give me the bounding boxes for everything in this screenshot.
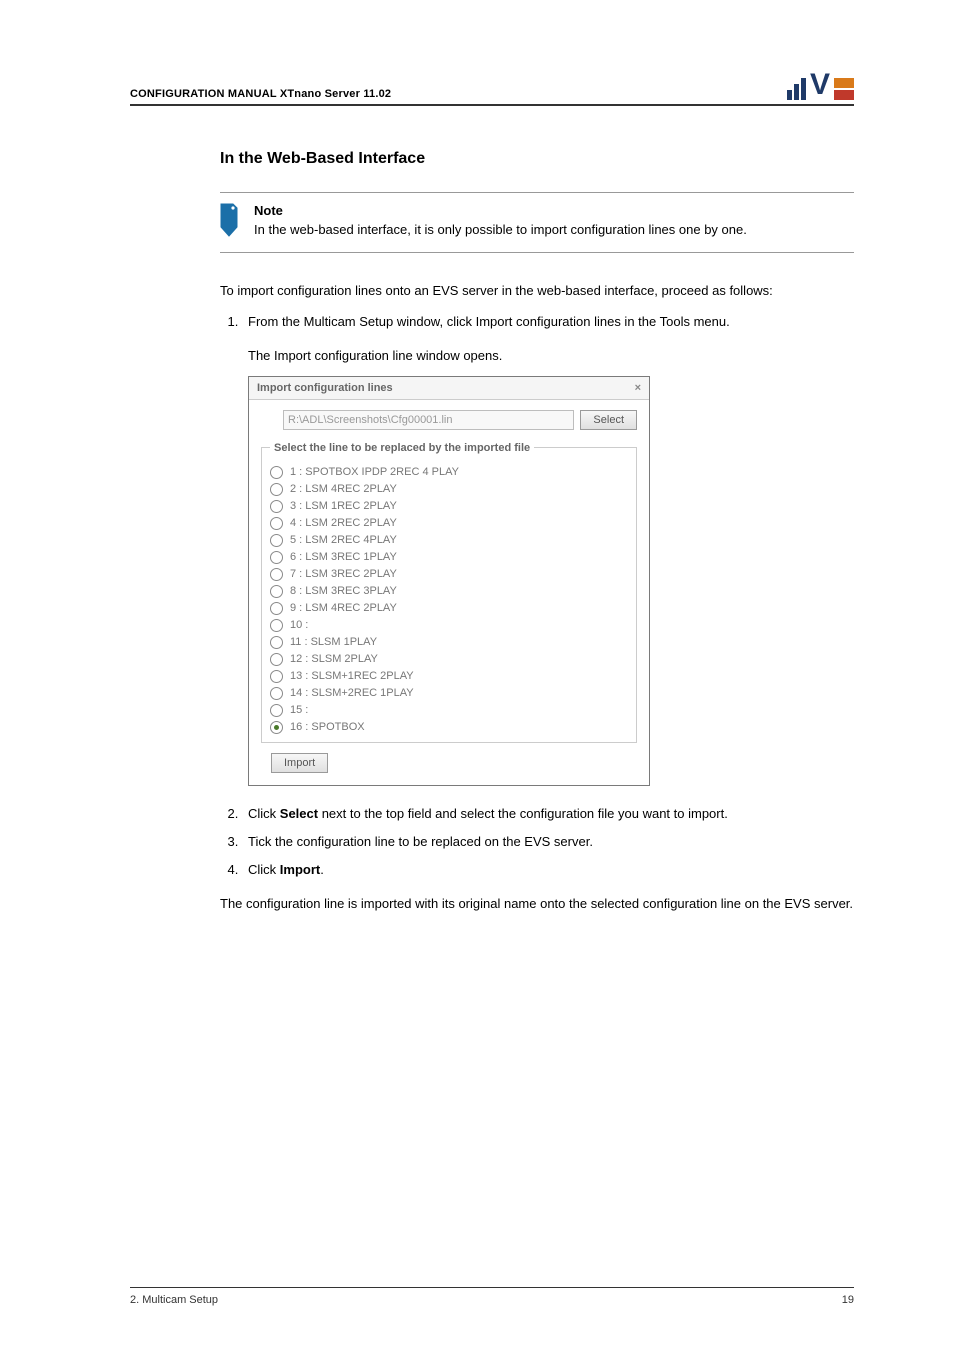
config-line-label: 3 : LSM 1REC 2PLAY xyxy=(290,500,397,512)
step-4-bold: Import xyxy=(280,862,320,877)
config-line-option[interactable]: 5 : LSM 2REC 4PLAY xyxy=(270,532,628,549)
config-line-label: 7 : LSM 3REC 2PLAY xyxy=(290,568,397,580)
radio-icon[interactable] xyxy=(270,721,283,734)
step-2-bold: Select xyxy=(280,806,318,821)
step-1-subtext: The Import configuration line window ope… xyxy=(248,346,854,366)
header-title: CONFIGURATION MANUAL XTnano Server 11.02 xyxy=(130,88,391,100)
radio-icon[interactable] xyxy=(270,636,283,649)
config-line-label: 10 : xyxy=(290,619,308,631)
radio-icon[interactable] xyxy=(270,517,283,530)
dialog-title: Import configuration lines xyxy=(257,382,393,394)
step-4-post: . xyxy=(320,862,324,877)
radio-icon[interactable] xyxy=(270,568,283,581)
config-line-label: 2 : LSM 4REC 2PLAY xyxy=(290,483,397,495)
config-line-label: 16 : SPOTBOX xyxy=(290,721,365,733)
note-body: In the web-based interface, it is only p… xyxy=(254,220,747,240)
config-line-option[interactable]: 12 : SLSM 2PLAY xyxy=(270,651,628,668)
config-line-option[interactable]: 16 : SPOTBOX xyxy=(270,719,628,736)
footer-right: 19 xyxy=(842,1294,854,1306)
config-line-option[interactable]: 15 : xyxy=(270,702,628,719)
config-line-option[interactable]: 10 : xyxy=(270,617,628,634)
radio-icon[interactable] xyxy=(270,585,283,598)
close-icon[interactable]: × xyxy=(635,382,641,394)
lines-fieldset: Select the line to be replaced by the im… xyxy=(261,442,637,743)
config-line-option[interactable]: 9 : LSM 4REC 2PLAY xyxy=(270,600,628,617)
evs-logo: V xyxy=(787,70,854,100)
radio-icon[interactable] xyxy=(270,534,283,547)
radio-icon[interactable] xyxy=(270,704,283,717)
radio-icon[interactable] xyxy=(270,551,283,564)
config-line-label: 15 : xyxy=(290,704,308,716)
page-footer: 2. Multicam Setup 19 xyxy=(130,1287,854,1306)
radio-icon[interactable] xyxy=(270,500,283,513)
radio-icon[interactable] xyxy=(270,653,283,666)
intro-paragraph: To import configuration lines onto an EV… xyxy=(220,281,854,301)
config-line-option[interactable]: 13 : SLSM+1REC 2PLAY xyxy=(270,668,628,685)
config-line-label: 4 : LSM 2REC 2PLAY xyxy=(290,517,397,529)
fieldset-legend: Select the line to be replaced by the im… xyxy=(270,442,534,454)
step-2-post: next to the top field and select the con… xyxy=(318,806,728,821)
section-heading: In the Web-Based Interface xyxy=(220,150,854,168)
config-line-label: 14 : SLSM+2REC 1PLAY xyxy=(290,687,414,699)
config-line-option[interactable]: 14 : SLSM+2REC 1PLAY xyxy=(270,685,628,702)
config-line-label: 5 : LSM 2REC 4PLAY xyxy=(290,534,397,546)
radio-icon[interactable] xyxy=(270,602,283,615)
step-1-text: From the Multicam Setup window, click Im… xyxy=(248,314,730,329)
step-3: Tick the configuration line to be replac… xyxy=(242,832,854,852)
dialog-titlebar: Import configuration lines × xyxy=(249,377,649,400)
config-line-option[interactable]: 3 : LSM 1REC 2PLAY xyxy=(270,498,628,515)
step-4-pre: Click xyxy=(248,862,280,877)
step-2-pre: Click xyxy=(248,806,280,821)
path-input[interactable]: R:\ADL\Screenshots\Cfg00001.lin xyxy=(283,410,574,430)
footer-left: 2. Multicam Setup xyxy=(130,1294,218,1306)
config-line-label: 8 : LSM 3REC 3PLAY xyxy=(290,585,397,597)
import-button[interactable]: Import xyxy=(271,753,328,773)
radio-icon[interactable] xyxy=(270,483,283,496)
radio-icon[interactable] xyxy=(270,670,283,683)
note-label: Note xyxy=(254,203,747,218)
step-1: From the Multicam Setup window, click Im… xyxy=(242,312,854,332)
config-line-option[interactable]: 2 : LSM 4REC 2PLAY xyxy=(270,481,628,498)
config-line-label: 6 : LSM 3REC 1PLAY xyxy=(290,551,397,563)
radio-icon[interactable] xyxy=(270,687,283,700)
config-line-option[interactable]: 6 : LSM 3REC 1PLAY xyxy=(270,549,628,566)
note-tag-icon xyxy=(220,203,238,240)
config-line-option[interactable]: 11 : SLSM 1PLAY xyxy=(270,634,628,651)
config-line-label: 1 : SPOTBOX IPDP 2REC 4 PLAY xyxy=(290,466,459,478)
config-line-label: 13 : SLSM+1REC 2PLAY xyxy=(290,670,414,682)
step-4: Click Import. xyxy=(242,860,854,880)
config-line-option[interactable]: 8 : LSM 3REC 3PLAY xyxy=(270,583,628,600)
radio-icon[interactable] xyxy=(270,466,283,479)
page-header: CONFIGURATION MANUAL XTnano Server 11.02… xyxy=(130,70,854,106)
config-line-label: 9 : LSM 4REC 2PLAY xyxy=(290,602,397,614)
radio-icon[interactable] xyxy=(270,619,283,632)
config-line-option[interactable]: 1 : SPOTBOX IPDP 2REC 4 PLAY xyxy=(270,464,628,481)
note-box: Note In the web-based interface, it is o… xyxy=(220,192,854,253)
import-dialog: Import configuration lines × R:\ADL\Scre… xyxy=(248,376,650,786)
step-2: Click Select next to the top field and s… xyxy=(242,804,854,824)
config-line-option[interactable]: 4 : LSM 2REC 2PLAY xyxy=(270,515,628,532)
config-line-label: 11 : SLSM 1PLAY xyxy=(290,636,377,648)
closing-paragraph: The configuration line is imported with … xyxy=(220,894,854,914)
select-button[interactable]: Select xyxy=(580,410,637,430)
config-line-option[interactable]: 7 : LSM 3REC 2PLAY xyxy=(270,566,628,583)
config-line-label: 12 : SLSM 2PLAY xyxy=(290,653,378,665)
